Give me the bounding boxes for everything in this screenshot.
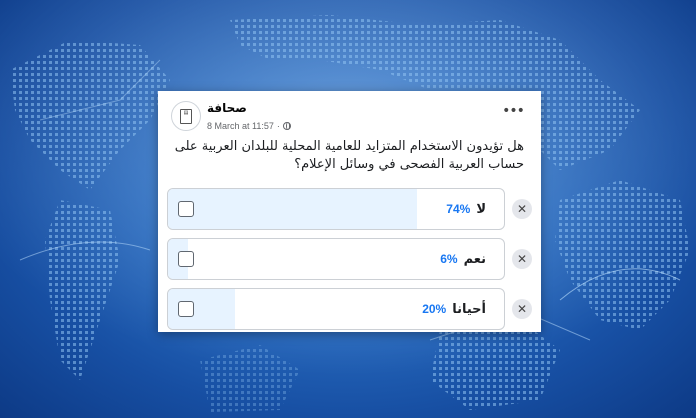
- globe-icon: [282, 122, 291, 130]
- remove-option-button[interactable]: ✕: [512, 199, 532, 219]
- poll-option-sometimes[interactable]: 20% أحيانا: [167, 288, 505, 330]
- option-percent: 20%: [422, 302, 447, 316]
- option-label: أحيانا: [452, 301, 486, 317]
- remove-option-button[interactable]: ✕: [512, 299, 532, 319]
- poll-question: هل تؤيدون الاستخدام المتزايد للعامية الم…: [174, 139, 524, 172]
- more-options-button[interactable]: •••: [502, 104, 525, 120]
- newspaper-icon: ▤: [180, 108, 192, 124]
- poll-option-no[interactable]: 74% لا: [167, 188, 505, 230]
- option-result: 6% نعم: [440, 239, 486, 279]
- option-result: 74% لا: [446, 189, 486, 229]
- page-avatar[interactable]: ▤: [171, 101, 201, 131]
- option-checkbox[interactable]: [178, 301, 194, 317]
- option-label: لا: [476, 201, 486, 217]
- page-name[interactable]: صحافة: [207, 101, 247, 115]
- remove-option-button[interactable]: ✕: [512, 249, 532, 269]
- option-checkbox[interactable]: [178, 201, 194, 217]
- option-percent: 74%: [446, 202, 471, 216]
- post-meta: 8 March at 11:57 ·: [207, 121, 291, 131]
- post-timestamp[interactable]: 8 March at 11:57: [207, 121, 274, 131]
- option-percent: 6%: [440, 252, 458, 266]
- option-result: 20% أحيانا: [422, 289, 486, 329]
- meta-separator: ·: [276, 121, 280, 131]
- option-label: نعم: [463, 251, 486, 267]
- option-checkbox[interactable]: [178, 251, 194, 267]
- poll-result-bar: [168, 189, 417, 229]
- poll-option-yes[interactable]: 6% نعم: [167, 238, 505, 280]
